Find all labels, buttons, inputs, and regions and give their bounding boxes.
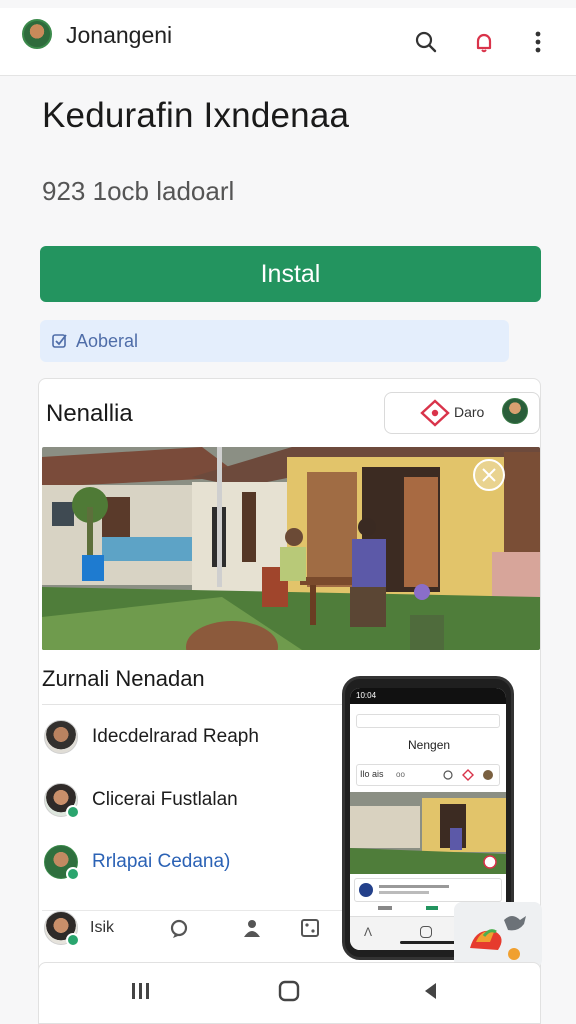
phone-list-item [354,878,502,902]
status-badge [66,933,80,947]
phone-status-bar: 10:04 [350,688,506,704]
profile-avatar[interactable] [22,19,52,49]
pill-label: Daro [454,404,485,420]
phone-app-title: Nengen [408,738,451,752]
phone-tab-icons [443,769,493,781]
card-tab-strip [42,910,342,950]
pill-avatar [502,398,528,424]
status-badge [66,805,80,819]
back-icon[interactable] [420,980,442,1002]
list-item[interactable]: Idecdelrarad Reaph [44,717,344,757]
page-title: Kedurafin Ixndenaa [42,96,350,135]
check-icon [52,334,67,348]
tab-label[interactable]: Isik [90,919,114,937]
recent-apps-icon[interactable] [130,980,152,1002]
list-item-link[interactable]: Rrlapai Cedana) [92,851,230,873]
notifications-button[interactable] [466,24,502,60]
list-item[interactable]: Rrlapai Cedana) [44,842,344,882]
download-count: 923 1ocb ladoarl [42,176,235,206]
install-button[interactable]: Instal [40,246,541,302]
user-avatar [44,845,80,881]
phone-tab-label: Ilo ais [360,769,384,779]
village-scene-illustration [42,447,540,650]
bird-sticker-icon [470,916,526,960]
chat-icon[interactable] [169,919,189,939]
search-button[interactable] [408,24,444,60]
user-avatar [44,720,78,754]
people-icon[interactable] [241,918,263,938]
grid-icon[interactable] [301,919,319,937]
tab-avatar[interactable] [44,911,80,947]
search-icon [415,31,437,53]
diamond-icon [420,399,450,427]
list-item-label: Idecdelrarad Reaph [92,726,259,747]
status-badge [66,867,80,881]
phone-search-bar [356,714,500,728]
card-title: Nenallia [46,400,133,427]
phone-status-time: 10:04 [356,691,377,700]
user-avatar [44,783,80,819]
featured-image[interactable] [42,447,540,650]
app-store-page: Jonangeni Kedurafin Ixndenaa 923 1ocb la… [0,0,576,1024]
list-item-label: Clicerai Fustlalan [92,789,238,810]
bell-icon [476,33,492,53]
phone-tab-label-2: oo [396,770,405,779]
section-divider [42,704,342,705]
home-icon[interactable] [277,979,301,1003]
list-item[interactable]: Clicerai Fustlalan [44,780,344,820]
more-vertical-icon [535,31,541,53]
phone-thumbnail [350,792,506,874]
more-options-button[interactable] [520,24,556,60]
floating-sticker[interactable] [454,902,542,968]
app-name: Jonangeni [66,22,173,48]
section-title: Zurnali Nenadan [42,666,205,691]
chip-label: Aoberal [76,330,139,351]
feature-chip[interactable]: Aoberal [40,320,509,362]
